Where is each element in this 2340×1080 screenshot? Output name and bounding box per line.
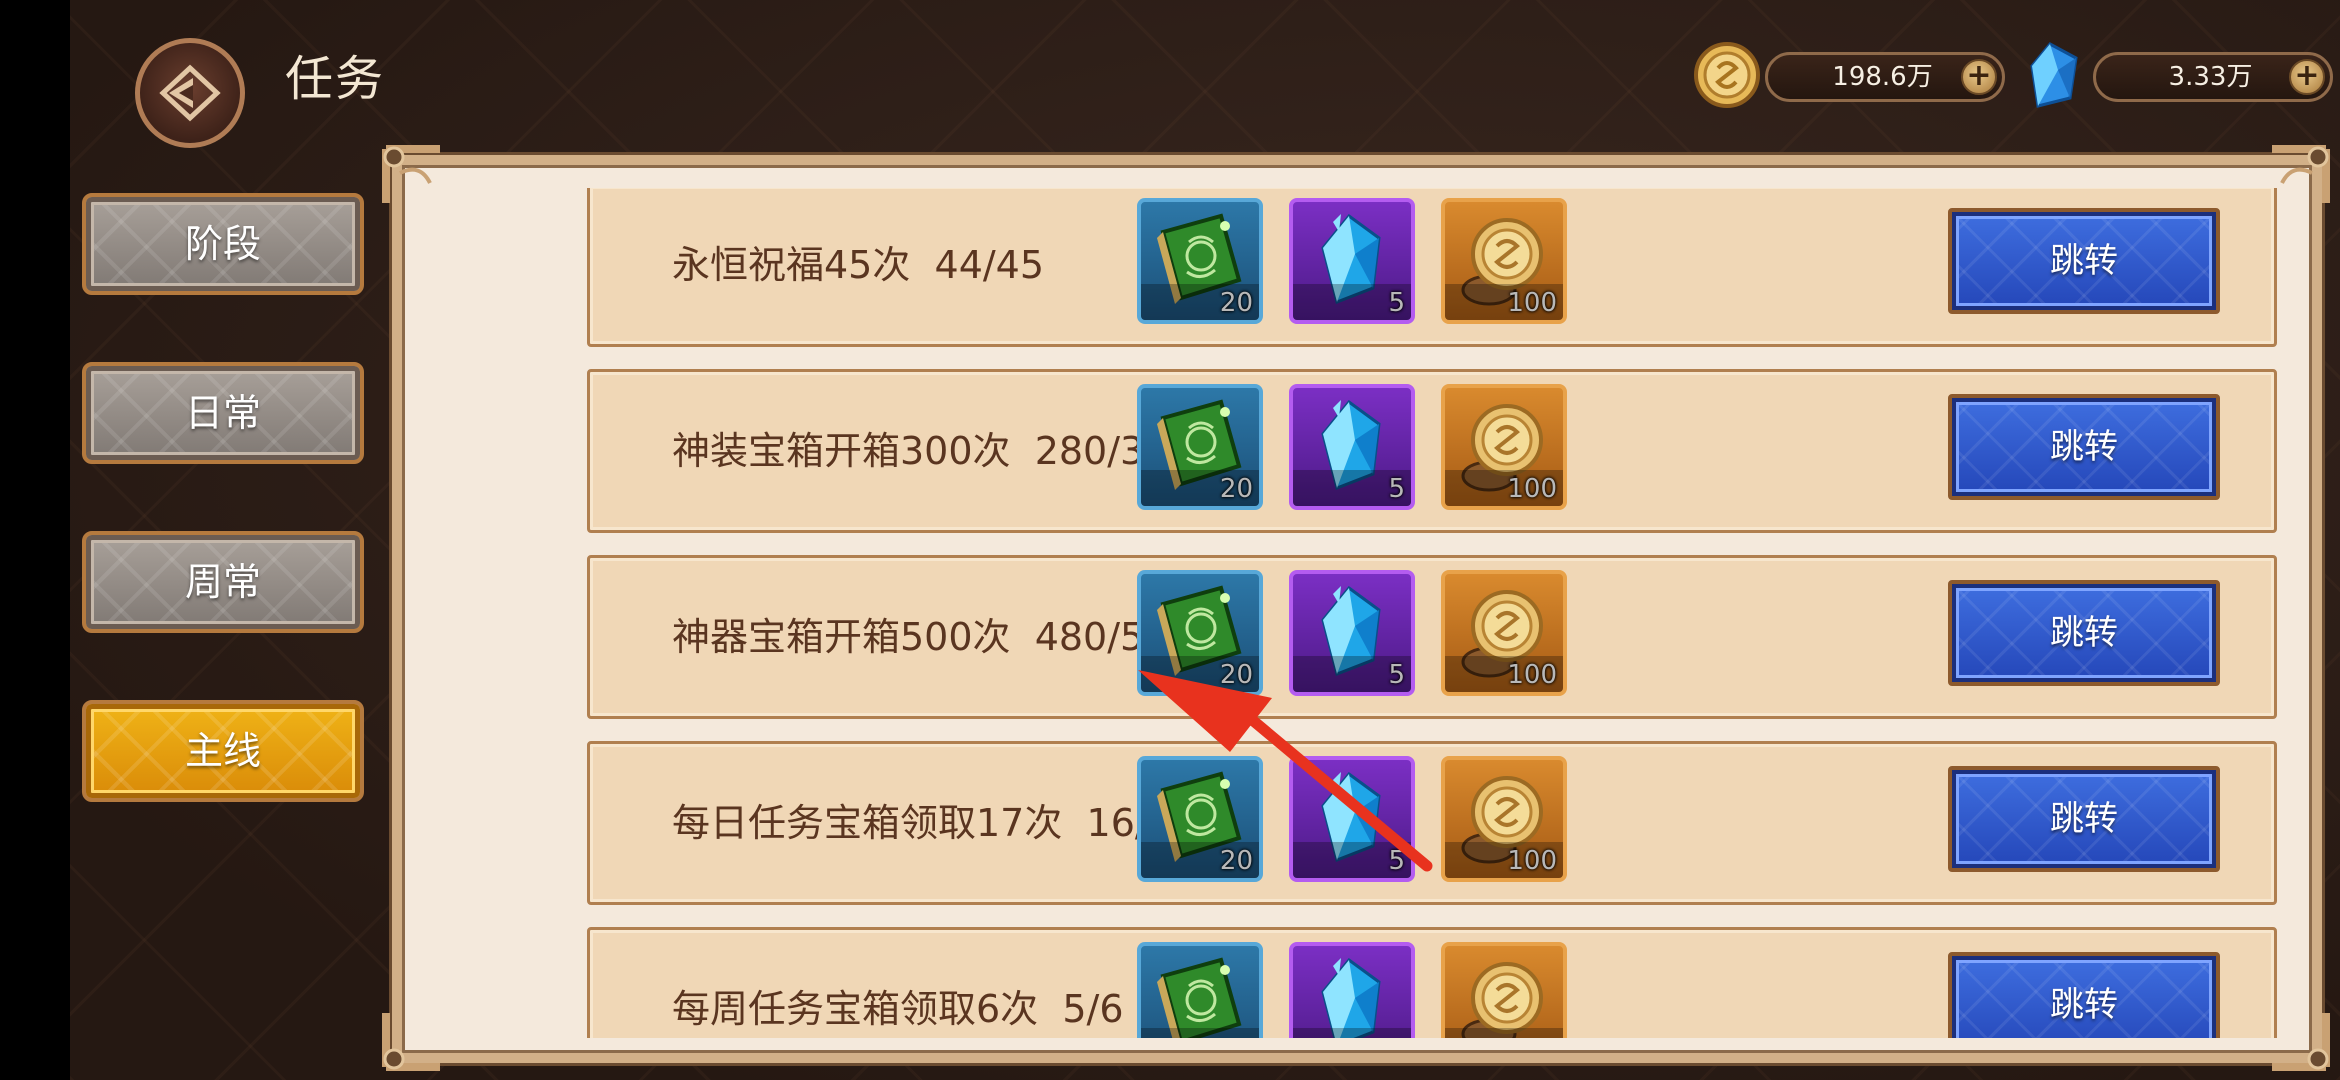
task-description: 每周任务宝箱领取6次 5/6 bbox=[672, 987, 1124, 1031]
reward-count: 100 bbox=[1507, 660, 1557, 690]
reward-count: 5 bbox=[1388, 660, 1405, 690]
reward-count: 100 bbox=[1507, 846, 1557, 876]
reward-count: 20 bbox=[1219, 660, 1253, 690]
reward-blue-crystal-icon[interactable]: 5 bbox=[1289, 384, 1415, 510]
reward-blue-crystal-icon[interactable] bbox=[1289, 942, 1415, 1038]
task-row-artifact-chest: 神器宝箱开箱500次 480/500 20 5 100 跳转 bbox=[587, 555, 2277, 719]
tab-weekly[interactable]: 周常 bbox=[82, 531, 364, 633]
reward-blue-crystal-icon[interactable]: 5 bbox=[1289, 198, 1415, 324]
add-crystal-button[interactable]: + bbox=[2289, 59, 2325, 95]
reward-count: 20 bbox=[1219, 288, 1253, 318]
task-description: 神器宝箱开箱500次 480/500 bbox=[672, 615, 1193, 659]
reward-green-book-icon[interactable] bbox=[1137, 942, 1263, 1038]
tab-stage[interactable]: 阶段 bbox=[82, 193, 364, 295]
ornament-corner-icon bbox=[382, 1013, 440, 1071]
tab-main-quest[interactable]: 主线 bbox=[82, 700, 364, 802]
reward-green-book-icon[interactable]: 20 bbox=[1137, 198, 1263, 324]
task-description: 永恒祝福45次 44/45 bbox=[672, 243, 1045, 287]
reward-gold-coin-icon[interactable]: 100 bbox=[1441, 198, 1567, 324]
ornament-corner-icon bbox=[382, 145, 440, 203]
task-description: 神装宝箱开箱300次 280/300 bbox=[672, 429, 1193, 473]
reward-count: 5 bbox=[1388, 474, 1405, 504]
reward-green-book-icon[interactable]: 20 bbox=[1137, 384, 1263, 510]
blue-crystal-icon bbox=[2030, 42, 2078, 108]
task-row-daily-chest: 每日任务宝箱领取17次 16/17 20 5 100 跳转 bbox=[587, 741, 2277, 905]
reward-count: 5 bbox=[1388, 846, 1405, 876]
reward-count: 5 bbox=[1388, 288, 1405, 318]
reward-blue-crystal-icon[interactable]: 5 bbox=[1289, 756, 1415, 882]
reward-gold-coin-icon[interactable]: 100 bbox=[1441, 384, 1567, 510]
reward-count: 100 bbox=[1507, 288, 1557, 318]
goto-button[interactable]: 跳转 bbox=[1948, 580, 2220, 686]
reward-green-book-icon[interactable]: 20 bbox=[1137, 756, 1263, 882]
gold-coin-icon bbox=[1694, 42, 1760, 108]
crystal-currency-display: 3.33万 + bbox=[2093, 52, 2333, 102]
task-description: 每日任务宝箱领取17次 16/17 bbox=[672, 801, 1197, 845]
reward-count: 100 bbox=[1507, 474, 1557, 504]
add-gold-button[interactable]: + bbox=[1961, 59, 1997, 95]
reward-count: 20 bbox=[1219, 846, 1253, 876]
task-row-divine-gear-chest: 神装宝箱开箱300次 280/300 20 5 100 跳转 bbox=[587, 369, 2277, 533]
goto-button[interactable]: 跳转 bbox=[1948, 766, 2220, 872]
task-list[interactable]: 永恒祝福45次 44/45 20 5 100 跳转 神装宝箱开箱300次 280/300 2… bbox=[517, 188, 2277, 1038]
task-row-eternal-blessing: 永恒祝福45次 44/45 20 5 100 跳转 bbox=[587, 188, 2277, 347]
tab-daily[interactable]: 日常 bbox=[82, 362, 364, 464]
back-arrow-icon bbox=[159, 64, 221, 122]
reward-gold-coin-icon[interactable]: 100 bbox=[1441, 756, 1567, 882]
gold-currency-display: 198.6万 + bbox=[1765, 52, 2005, 102]
page-title: 任务 bbox=[285, 51, 386, 107]
crystal-amount: 3.33万 bbox=[2168, 62, 2253, 92]
reward-green-book-icon[interactable]: 20 bbox=[1137, 570, 1263, 696]
task-row-weekly-chest: 每周任务宝箱领取6次 5/6 跳转 bbox=[587, 927, 2277, 1038]
gold-amount: 198.6万 bbox=[1832, 62, 1933, 92]
reward-gold-coin-icon[interactable]: 100 bbox=[1441, 570, 1567, 696]
back-button[interactable] bbox=[135, 38, 245, 148]
goto-button[interactable]: 跳转 bbox=[1948, 394, 2220, 500]
goto-button[interactable]: 跳转 bbox=[1948, 952, 2220, 1038]
reward-gold-coin-icon[interactable] bbox=[1441, 942, 1567, 1038]
reward-blue-crystal-icon[interactable]: 5 bbox=[1289, 570, 1415, 696]
reward-count: 20 bbox=[1219, 474, 1253, 504]
goto-button[interactable]: 跳转 bbox=[1948, 208, 2220, 314]
game-screen: 任务 198.6万 + 3.33万 + 阶段 日常 周常 主线 永恒祝福45次 … bbox=[70, 0, 2340, 1080]
